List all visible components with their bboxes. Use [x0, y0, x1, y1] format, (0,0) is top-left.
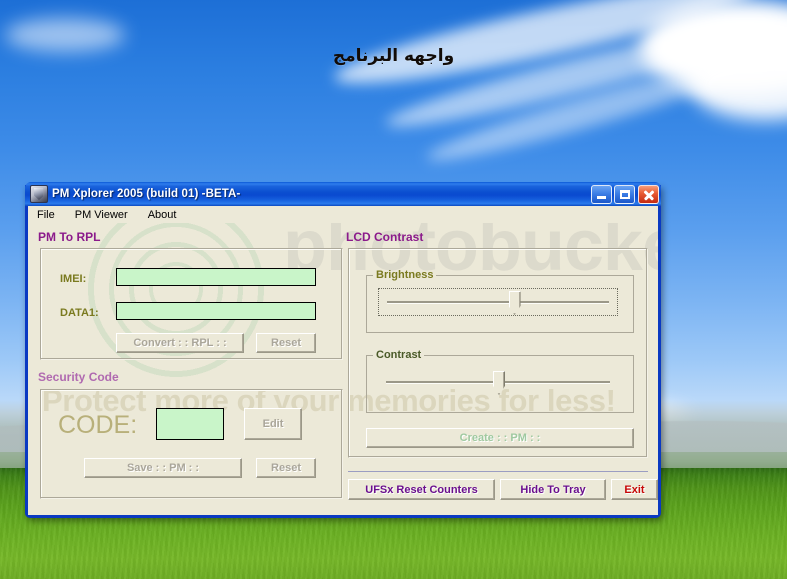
window-titlebar[interactable]: PM Xplorer 2005 (build 01) -BETA- [25, 182, 661, 206]
convert-rpl-button[interactable]: Convert : : RPL : : [116, 333, 244, 353]
code-input[interactable] [156, 408, 224, 440]
create-pm-button[interactable]: Create : : PM : : [366, 428, 634, 448]
menu-item-pm-viewer[interactable]: PM Viewer [72, 208, 131, 222]
security-code-title: Security Code [38, 370, 119, 384]
menu-bar: File PM Viewer About [28, 206, 658, 223]
app-window: PM Xplorer 2005 (build 01) -BETA- File P… [25, 182, 661, 518]
brightness-thumb[interactable] [508, 291, 521, 315]
imei-input[interactable] [116, 268, 316, 286]
lcd-contrast-title: LCD Contrast [346, 230, 424, 244]
window-title: PM Xplorer 2005 (build 01) -BETA- [52, 188, 241, 200]
save-pm-button[interactable]: Save : : PM : : [84, 458, 242, 478]
footer-divider [348, 471, 648, 472]
app-icon [30, 185, 48, 203]
close-button[interactable] [638, 184, 659, 204]
brightness-label: Brightness [376, 269, 434, 281]
contrast-label: Contrast [376, 349, 422, 361]
code-label: CODE: [58, 411, 138, 439]
hide-to-tray-button[interactable]: Hide To Tray [500, 479, 606, 500]
brightness-slider[interactable] [378, 288, 618, 316]
ufsx-reset-counters-button[interactable]: UFSx Reset Counters [348, 479, 495, 500]
menu-item-file[interactable]: File [34, 208, 58, 222]
pm-to-rpl-title: PM To RPL [38, 230, 101, 244]
pm-to-rpl-reset-button[interactable]: Reset [256, 333, 316, 353]
security-code-reset-button[interactable]: Reset [256, 458, 316, 478]
security-code-panel [40, 389, 343, 499]
arabic-caption: واجهه البرنامج [332, 46, 455, 66]
exit-button[interactable]: Exit [611, 479, 658, 500]
code-edit-button[interactable]: Edit [244, 408, 302, 440]
maximize-button[interactable] [614, 184, 635, 204]
contrast-thumb[interactable] [493, 371, 505, 395]
menu-item-about[interactable]: About [145, 208, 180, 222]
window-client-area: photobucket Protect more of your memorie… [28, 223, 658, 515]
brightness-track [387, 301, 609, 303]
contrast-slider[interactable] [378, 368, 618, 396]
imei-label: IMEI: [60, 273, 87, 285]
data1-input[interactable] [116, 302, 316, 320]
minimize-button[interactable] [591, 184, 612, 204]
data1-label: DATA1: [60, 307, 99, 319]
